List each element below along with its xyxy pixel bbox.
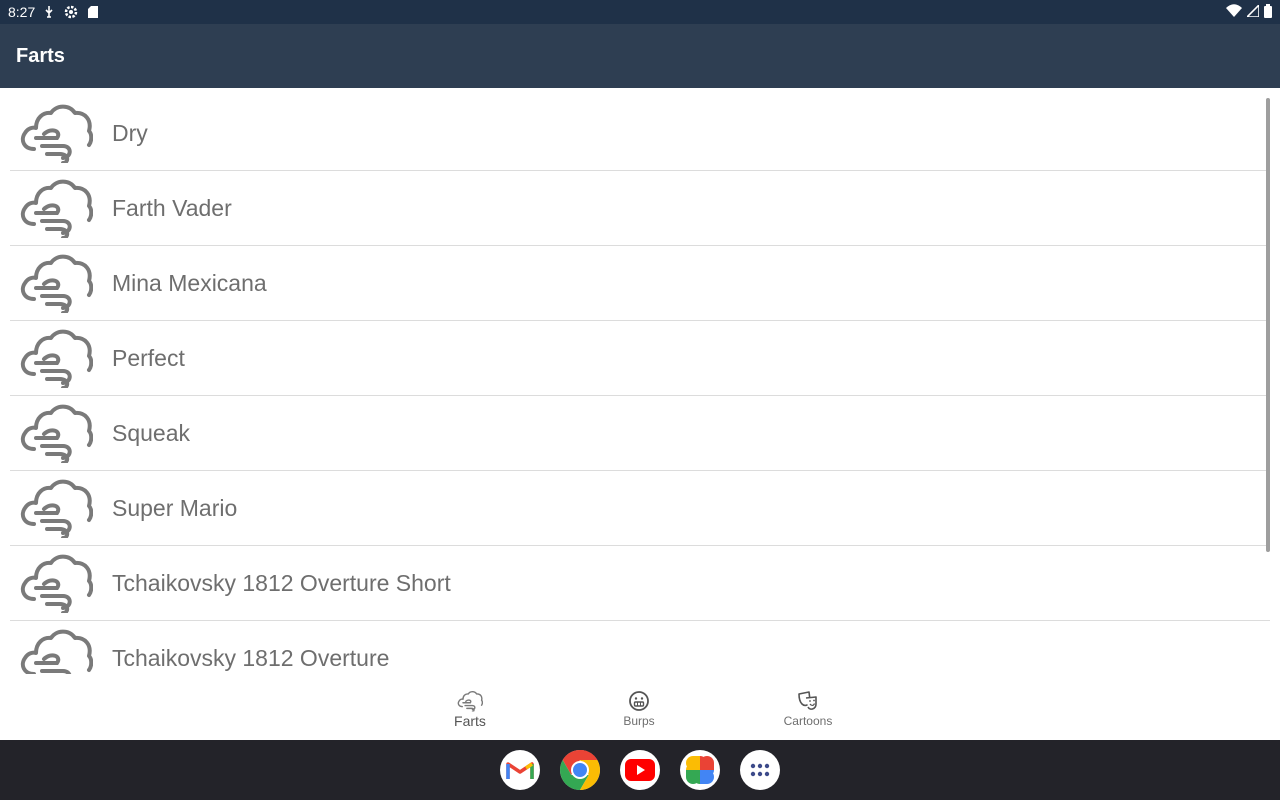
fart-cloud-icon — [19, 328, 93, 388]
list-item[interactable]: Dry — [10, 96, 1270, 171]
list-item-label: Perfect — [112, 344, 185, 371]
sd-card-icon — [87, 5, 99, 19]
photos-icon — [686, 756, 714, 784]
list-item-label: Super Mario — [112, 494, 238, 521]
chrome-icon — [560, 750, 600, 790]
list-item[interactable]: Super Mario — [10, 471, 1270, 546]
list-item-label: Mina Mexicana — [112, 269, 267, 296]
theater-masks-icon — [798, 691, 817, 710]
nav-tab-label: Farts — [454, 713, 486, 729]
chrome-app[interactable] — [560, 750, 600, 790]
fart-cloud-icon — [19, 103, 93, 163]
fart-cloud-icon — [19, 628, 93, 674]
sound-list[interactable]: Dry Farth Vader Mina Mexicana Perfect Sq… — [0, 88, 1280, 674]
fart-cloud-icon — [19, 178, 93, 238]
nav-tab-label: Cartoons — [783, 714, 833, 728]
app-bar: Farts — [0, 24, 1280, 88]
gmail-icon — [506, 762, 534, 779]
settings-icon — [63, 4, 79, 20]
status-bar: 8:27 — [0, 0, 1280, 24]
nav-tab-cartoons[interactable]: Cartoons — [738, 674, 878, 740]
wifi-icon — [1226, 3, 1242, 21]
list-item-label: Tchaikovsky 1812 Overture — [112, 644, 390, 671]
nav-tab-burps[interactable]: Burps — [569, 674, 709, 740]
status-time: 8:27 — [8, 4, 36, 20]
list-item[interactable]: Tchaikovsky 1812 Overture — [10, 621, 1270, 674]
list-item[interactable]: Squeak — [10, 396, 1270, 471]
youtube-app[interactable] — [620, 750, 660, 790]
list-item-label: Tchaikovsky 1812 Overture Short — [112, 569, 451, 596]
battery-icon — [1264, 3, 1272, 21]
page-title: Farts — [16, 44, 65, 67]
taskbar-dock — [0, 740, 1280, 800]
list-item-label: Dry — [112, 119, 148, 146]
photos-app[interactable] — [680, 750, 720, 790]
bottom-nav: Farts Burps Cartoons — [0, 674, 1280, 740]
nav-tab-farts[interactable]: Farts — [400, 674, 540, 740]
list-item[interactable]: Tchaikovsky 1812 Overture Short — [10, 546, 1270, 621]
youtube-icon — [625, 759, 655, 781]
fart-cloud-icon — [19, 403, 93, 463]
list-item[interactable]: Perfect — [10, 321, 1270, 396]
fart-cloud-icon — [19, 553, 93, 613]
list-item[interactable]: Mina Mexicana — [10, 246, 1270, 321]
list-item[interactable]: Farth Vader — [10, 171, 1270, 246]
fart-cloud-icon — [19, 478, 93, 538]
app-drawer-button[interactable] — [740, 750, 780, 790]
signal-icon — [1245, 3, 1260, 20]
list-item-label: Squeak — [112, 419, 191, 446]
fart-cloud-icon — [457, 690, 483, 712]
burp-face-icon — [629, 691, 649, 711]
fart-cloud-icon — [19, 253, 93, 313]
usb-debug-icon — [43, 5, 55, 19]
list-item-label: Farth Vader — [112, 194, 232, 221]
list-scrollbar[interactable] — [1266, 98, 1270, 552]
nav-tab-label: Burps — [623, 714, 655, 728]
app-drawer-icon — [750, 763, 770, 777]
gmail-app[interactable] — [500, 750, 540, 790]
